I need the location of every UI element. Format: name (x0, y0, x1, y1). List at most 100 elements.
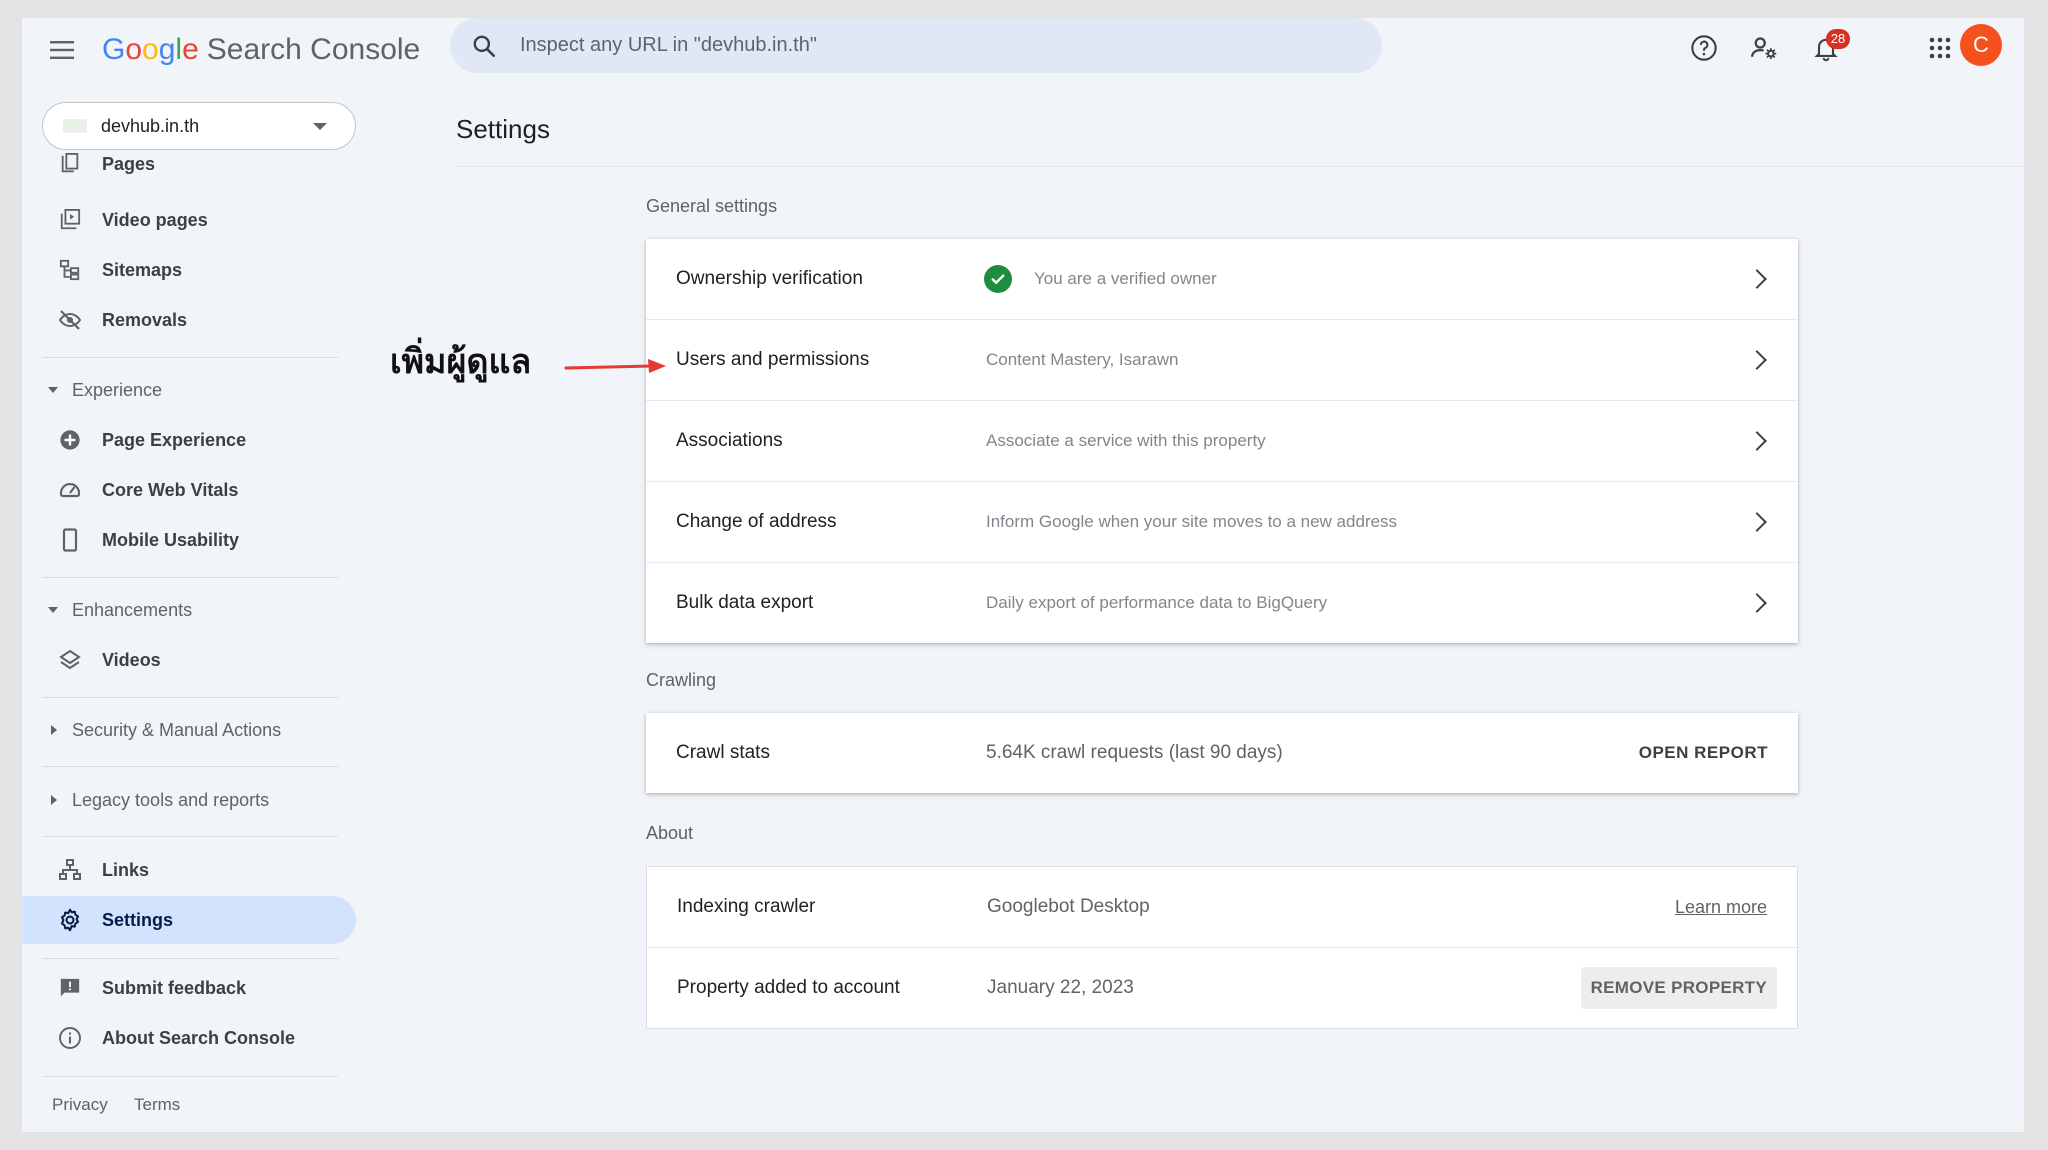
remove-property-button[interactable]: REMOVE PROPERTY (1580, 967, 1777, 1009)
terms-link[interactable]: Terms (134, 1095, 180, 1115)
section-label: Experience (72, 379, 163, 400)
manage-accounts-icon (1751, 37, 1777, 59)
sidebar-item-removals[interactable]: Removals (22, 296, 356, 344)
logo-letter: l (175, 33, 183, 66)
setting-row-change-of-address[interactable]: Change of address Inform Google when you… (646, 482, 1798, 563)
learn-more-link[interactable]: Learn more (1675, 897, 1767, 918)
setting-row-indexing-crawler: Indexing crawler Googlebot Desktop Learn… (647, 867, 1797, 948)
sidebar-item-core-web-vitals[interactable]: Core Web Vitals (22, 466, 356, 514)
logo-letter: o (125, 33, 143, 66)
general-settings-heading: General settings (646, 196, 778, 216)
sidebar-item-sitemaps[interactable]: Sitemaps (22, 246, 356, 294)
setting-label: Crawl stats (676, 742, 770, 763)
search-console-logo[interactable]: Google Search Console (102, 28, 420, 72)
sidebar-item-label: Page Experience (102, 429, 247, 450)
setting-row-bulk-data-export[interactable]: Bulk data export Daily export of perform… (646, 563, 1798, 643)
about-heading: About (646, 823, 694, 843)
sidebar-item-video-pages[interactable]: Video pages (22, 196, 356, 244)
sidebar-item-label: Links (102, 859, 150, 880)
setting-value: You are a verified owner (984, 265, 1217, 293)
notifications-button[interactable]: 28 (1806, 28, 1850, 68)
search-console-app: Google Search Console 28 C (22, 18, 2024, 1132)
visibility-off-icon (56, 306, 84, 334)
sidebar-section-experience[interactable]: Experience (22, 370, 356, 410)
setting-label: Associations (676, 430, 783, 451)
section-label: Legacy tools and reports (72, 789, 270, 810)
sidebar-item-videos[interactable]: Videos (22, 636, 356, 684)
help-button[interactable] (1684, 28, 1724, 68)
pages-icon (56, 150, 84, 178)
property-added-date: January 22, 2023 (987, 977, 1134, 998)
sidebar-item-page-experience[interactable]: Page Experience (22, 416, 356, 464)
collapse-arrow-icon (51, 725, 57, 735)
check-circle-icon (984, 265, 1012, 293)
verified-owner-text: You are a verified owner (1034, 269, 1217, 288)
search-icon[interactable] (468, 30, 500, 62)
speed-gauge-icon (56, 476, 84, 504)
property-favicon (63, 119, 87, 133)
sidebar-divider (42, 577, 338, 578)
property-name: devhub.in.th (101, 115, 200, 136)
open-report-button[interactable]: OPEN REPORT (1639, 743, 1768, 763)
setting-value: Content Mastery, Isarawn (986, 350, 1179, 369)
account-settings-button[interactable] (1744, 28, 1784, 68)
setting-row-ownership-verification[interactable]: Ownership verification You are a verifie… (646, 239, 1798, 320)
sidebar-item-label: Removals (102, 309, 188, 330)
hamburger-menu-icon (50, 41, 74, 59)
setting-label: Property added to account (677, 977, 900, 998)
info-icon (56, 1024, 84, 1052)
url-inspection-input[interactable] (518, 33, 1342, 58)
sidebar-item-pages[interactable]: Pages (22, 146, 356, 182)
setting-value: Daily export of performance data to BigQ… (986, 593, 1328, 612)
setting-row-property-added: Property added to account January 22, 20… (647, 948, 1797, 1028)
sidebar-item-about[interactable]: About Search Console (22, 1014, 356, 1062)
sidebar-item-label: Video pages (102, 209, 208, 230)
chevron-right-icon (1747, 431, 1767, 451)
page-experience-icon (56, 426, 84, 454)
top-bar: Google Search Console 28 C (22, 18, 2024, 82)
account-avatar[interactable]: C (1960, 24, 2002, 66)
sidebar-item-submit-feedback[interactable]: Submit feedback (22, 964, 356, 1012)
feedback-icon (56, 974, 84, 1002)
setting-label: Indexing crawler (677, 896, 816, 917)
setting-label: Ownership verification (676, 268, 863, 289)
links-icon (56, 856, 84, 884)
sidebar-item-mobile-usability[interactable]: Mobile Usability (22, 516, 356, 564)
logo-letter: o (142, 33, 159, 66)
setting-label: Bulk data export (676, 592, 814, 613)
help-icon (1691, 35, 1717, 61)
setting-value: Inform Google when your site moves to a … (986, 512, 1398, 531)
chevron-right-icon (1747, 350, 1767, 370)
url-inspection-bar[interactable] (450, 18, 1382, 73)
video-pages-icon (56, 206, 84, 234)
main-menu-button[interactable] (42, 30, 82, 70)
privacy-link[interactable]: Privacy (52, 1095, 108, 1115)
chevron-right-icon (1747, 593, 1767, 613)
google-apps-button[interactable] (1920, 28, 1960, 68)
sitemap-icon (56, 256, 84, 284)
sidebar-item-label: Settings (102, 909, 174, 930)
dropdown-caret-icon (313, 122, 327, 130)
sidebar-section-security[interactable]: Security & Manual Actions (22, 710, 356, 750)
property-selector[interactable]: devhub.in.th (42, 102, 356, 150)
logo-letter: G (102, 33, 126, 66)
gear-icon (56, 906, 84, 934)
page-title: Settings (456, 114, 550, 144)
sidebar-item-label: Core Web Vitals (102, 479, 239, 500)
about-card: Indexing crawler Googlebot Desktop Learn… (646, 866, 1798, 1029)
collapse-arrow-icon (51, 795, 57, 805)
sidebar-item-settings[interactable]: Settings (22, 896, 356, 944)
setting-label: Users and permissions (676, 349, 870, 370)
setting-row-associations[interactable]: Associations Associate a service with th… (646, 401, 1798, 482)
sidebar-section-legacy-tools[interactable]: Legacy tools and reports (22, 780, 356, 820)
sidebar-section-enhancements[interactable]: Enhancements (22, 590, 356, 630)
logo-letter: g (158, 33, 176, 66)
chevron-right-icon (1747, 269, 1767, 289)
setting-value: Associate a service with this property (986, 431, 1266, 450)
setting-row-users-and-permissions[interactable]: Users and permissions Content Mastery, I… (646, 320, 1798, 401)
expand-arrow-icon (48, 387, 58, 393)
smartphone-icon (56, 526, 84, 554)
sidebar-item-label: Mobile Usability (102, 529, 240, 550)
chevron-right-icon (1747, 512, 1767, 532)
sidebar-item-links[interactable]: Links (22, 846, 356, 894)
